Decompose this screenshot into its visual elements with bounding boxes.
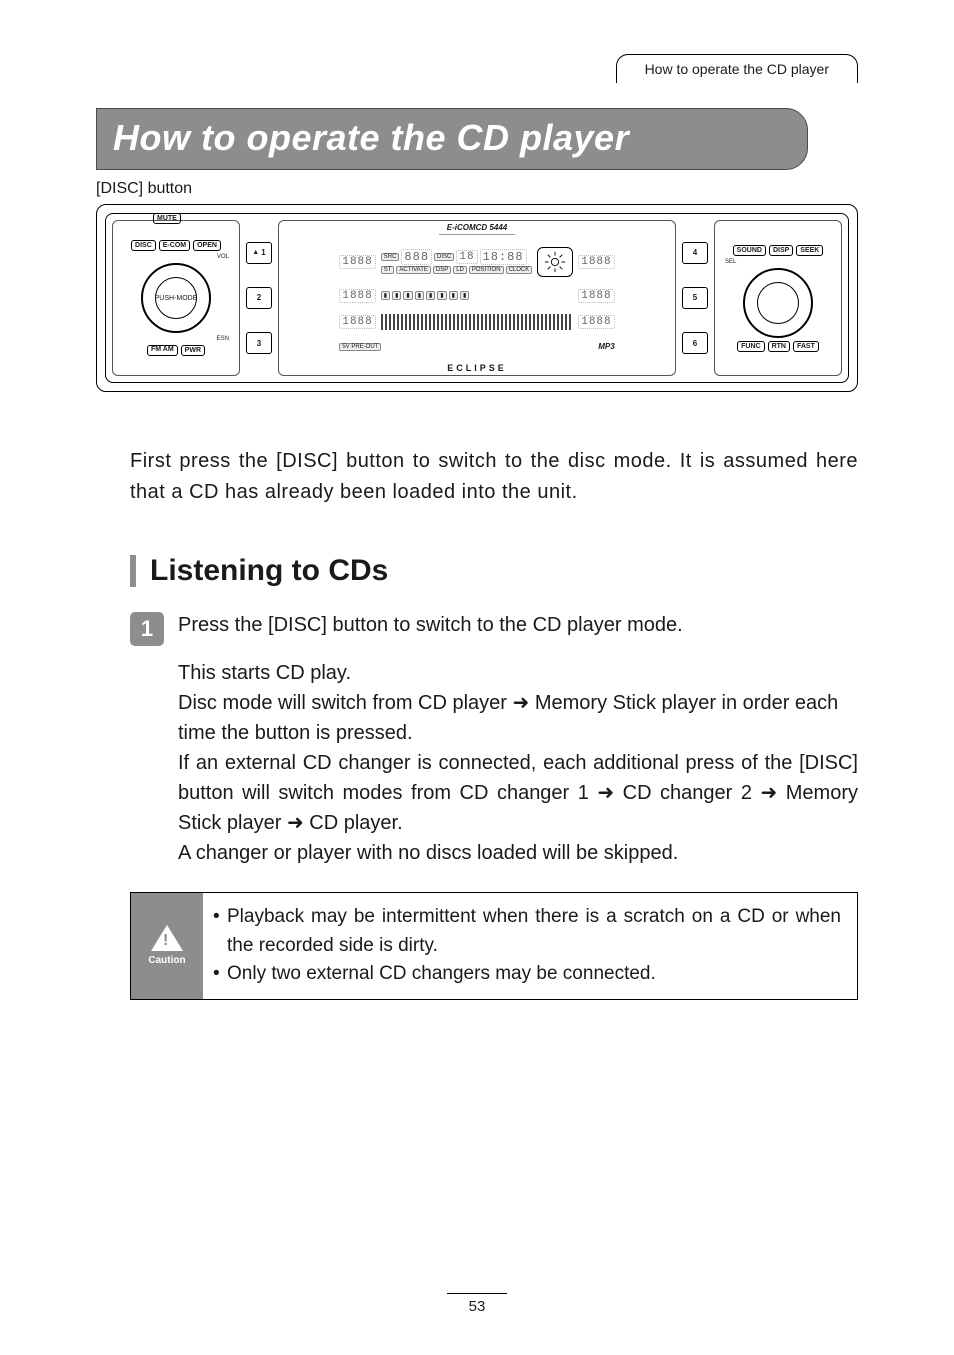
- arrow-icon: ➜: [287, 812, 304, 834]
- push-mode-label: PUSH-MODE: [155, 295, 198, 302]
- tag-activate: ACTIVATE: [396, 266, 430, 274]
- disp-button[interactable]: DISP: [769, 245, 793, 256]
- seg-r2d: 1888: [578, 289, 614, 303]
- preset-3[interactable]: 3: [246, 332, 272, 354]
- page-number: 53: [0, 1293, 954, 1315]
- section-heading: Listening to CDs: [130, 554, 858, 588]
- open-button[interactable]: OPEN: [193, 240, 221, 251]
- right-knob[interactable]: [743, 268, 813, 338]
- eq-8: ▮: [460, 291, 469, 300]
- screen-model: CD 5444: [476, 223, 508, 232]
- disc-indicator: DISC: [434, 253, 454, 261]
- caution-box: Caution Playback may be intermittent whe…: [130, 892, 858, 1000]
- manual-page: How to operate the CD player How to oper…: [0, 0, 954, 1355]
- eq-3: ▮: [403, 291, 412, 300]
- faceplate: MUTE DISC E-COM OPEN VOL PUSH-MODE ESN F…: [105, 213, 849, 383]
- caution-label: Caution: [148, 955, 185, 966]
- preset-4[interactable]: 4: [682, 242, 708, 264]
- step-1: 1 Press the [DISC] button to switch to t…: [130, 610, 858, 646]
- arrow-icon: ➜: [513, 692, 530, 714]
- vol-label: VOL: [217, 254, 229, 260]
- disc-button[interactable]: DISC: [131, 240, 156, 251]
- ecom-button[interactable]: E-COM: [159, 240, 190, 251]
- spectrum-bars: [381, 314, 573, 330]
- eq-4: ▮: [415, 291, 424, 300]
- seg-r3a: 1888: [339, 315, 375, 329]
- tag-dsp: DSP: [433, 266, 451, 274]
- step-body-line1: This starts CD play.: [178, 658, 858, 688]
- seg-r3d: 1888: [578, 315, 614, 329]
- screen-row-2: 1888 ▮▮▮▮▮▮▮▮ 1888: [339, 289, 614, 303]
- preout-label: 5V PRE-OUT: [339, 343, 381, 351]
- screen-row-4: 5V PRE-OUT MP3: [339, 342, 614, 351]
- tag-position: POSITION: [469, 266, 504, 274]
- seg-time: 18:88: [480, 249, 527, 265]
- seg-r2a: 1888: [339, 289, 375, 303]
- tag-ld: LD: [453, 266, 467, 274]
- step-title: Press the [DISC] button to switch to the…: [178, 610, 683, 640]
- caution-list: Playback may be intermittent when there …: [203, 893, 857, 999]
- callout-disc-button: [DISC] button: [96, 180, 858, 198]
- func-button[interactable]: FUNC: [737, 341, 764, 352]
- preset-5[interactable]: 5: [682, 287, 708, 309]
- eq-2: ▮: [392, 291, 401, 300]
- screen-row-1: 1888 SRC 888 DISC 18 18:88 ST: [339, 247, 614, 277]
- preset-6[interactable]: 6: [682, 332, 708, 354]
- fm-am-button[interactable]: FM AM: [147, 345, 178, 356]
- tag-clock: CLOCK: [506, 266, 533, 274]
- sound-button[interactable]: SOUND: [733, 245, 766, 256]
- arrow-icon: ➜: [597, 782, 614, 804]
- sel-label: SEL: [725, 259, 736, 265]
- warning-triangle-icon: [151, 925, 183, 951]
- faceplate-left-module: MUTE DISC E-COM OPEN VOL PUSH-MODE ESN F…: [112, 220, 240, 376]
- st-indicator: ST: [381, 266, 395, 274]
- screen-brand-left: E-iCOM: [447, 223, 476, 232]
- arrow-icon: ➜: [760, 782, 777, 804]
- eq-5: ▮: [426, 291, 435, 300]
- step-number-badge: 1: [130, 612, 164, 646]
- seg-r1c: 18: [456, 250, 477, 264]
- section-title: Listening to CDs: [150, 554, 388, 588]
- esn-label: ESN: [217, 336, 229, 342]
- seek-button[interactable]: SEEK: [796, 245, 823, 256]
- preset-2[interactable]: 2: [246, 287, 272, 309]
- mp3-label: MP3: [598, 342, 614, 351]
- preset-1[interactable]: ▲1: [246, 242, 272, 264]
- page-title-bar: How to operate the CD player: [96, 108, 808, 170]
- sun-icon: [537, 247, 573, 277]
- seg-r1d: 1888: [578, 255, 614, 269]
- eq-7: ▮: [449, 291, 458, 300]
- mute-button[interactable]: MUTE: [153, 213, 181, 224]
- page-title: How to operate the CD player: [113, 117, 629, 158]
- src-indicator: SRC: [381, 253, 400, 261]
- caution-item: Playback may be intermittent when there …: [213, 903, 841, 960]
- step-body-line3: If an external CD changer is connected, …: [178, 748, 858, 838]
- seg-r1b: 888: [401, 249, 432, 265]
- left-knob[interactable]: PUSH-MODE: [141, 263, 211, 333]
- screen-row-3: 1888 1888: [339, 314, 614, 330]
- eq-6: ▮: [437, 291, 446, 300]
- preset-col-left: ▲1 2 3: [246, 220, 272, 376]
- pwr-button[interactable]: PWR: [181, 345, 205, 356]
- step-body-line2: Disc mode will switch from CD player ➜ M…: [178, 688, 858, 748]
- heading-bar-icon: [130, 555, 136, 587]
- faceplate-right-module: SOUND DISP SEEK SEL FUNC RTN FAST: [714, 220, 842, 376]
- eq-1: ▮: [381, 291, 390, 300]
- intro-paragraph: First press the [DISC] button to switch …: [130, 446, 858, 508]
- caution-item: Only two external CD changers may be con…: [213, 960, 841, 989]
- rtn-button[interactable]: RTN: [768, 341, 790, 352]
- caution-icon: Caution: [131, 893, 203, 999]
- step-body: This starts CD play. Disc mode will swit…: [178, 658, 858, 868]
- faceplate-screen: E-iCOM CD 5444 1888 SRC 888 DISC 18 18:8…: [278, 220, 676, 376]
- screen-brand-center: ECLIPSE: [447, 363, 507, 375]
- seg-r1a: 1888: [339, 255, 375, 269]
- preset-col-right: 4 5 6: [682, 220, 708, 376]
- step-body-line4: A changer or player with no discs loaded…: [178, 838, 858, 868]
- fast-button[interactable]: FAST: [793, 341, 819, 352]
- faceplate-frame: MUTE DISC E-COM OPEN VOL PUSH-MODE ESN F…: [96, 204, 858, 392]
- header-tab: How to operate the CD player: [616, 54, 858, 83]
